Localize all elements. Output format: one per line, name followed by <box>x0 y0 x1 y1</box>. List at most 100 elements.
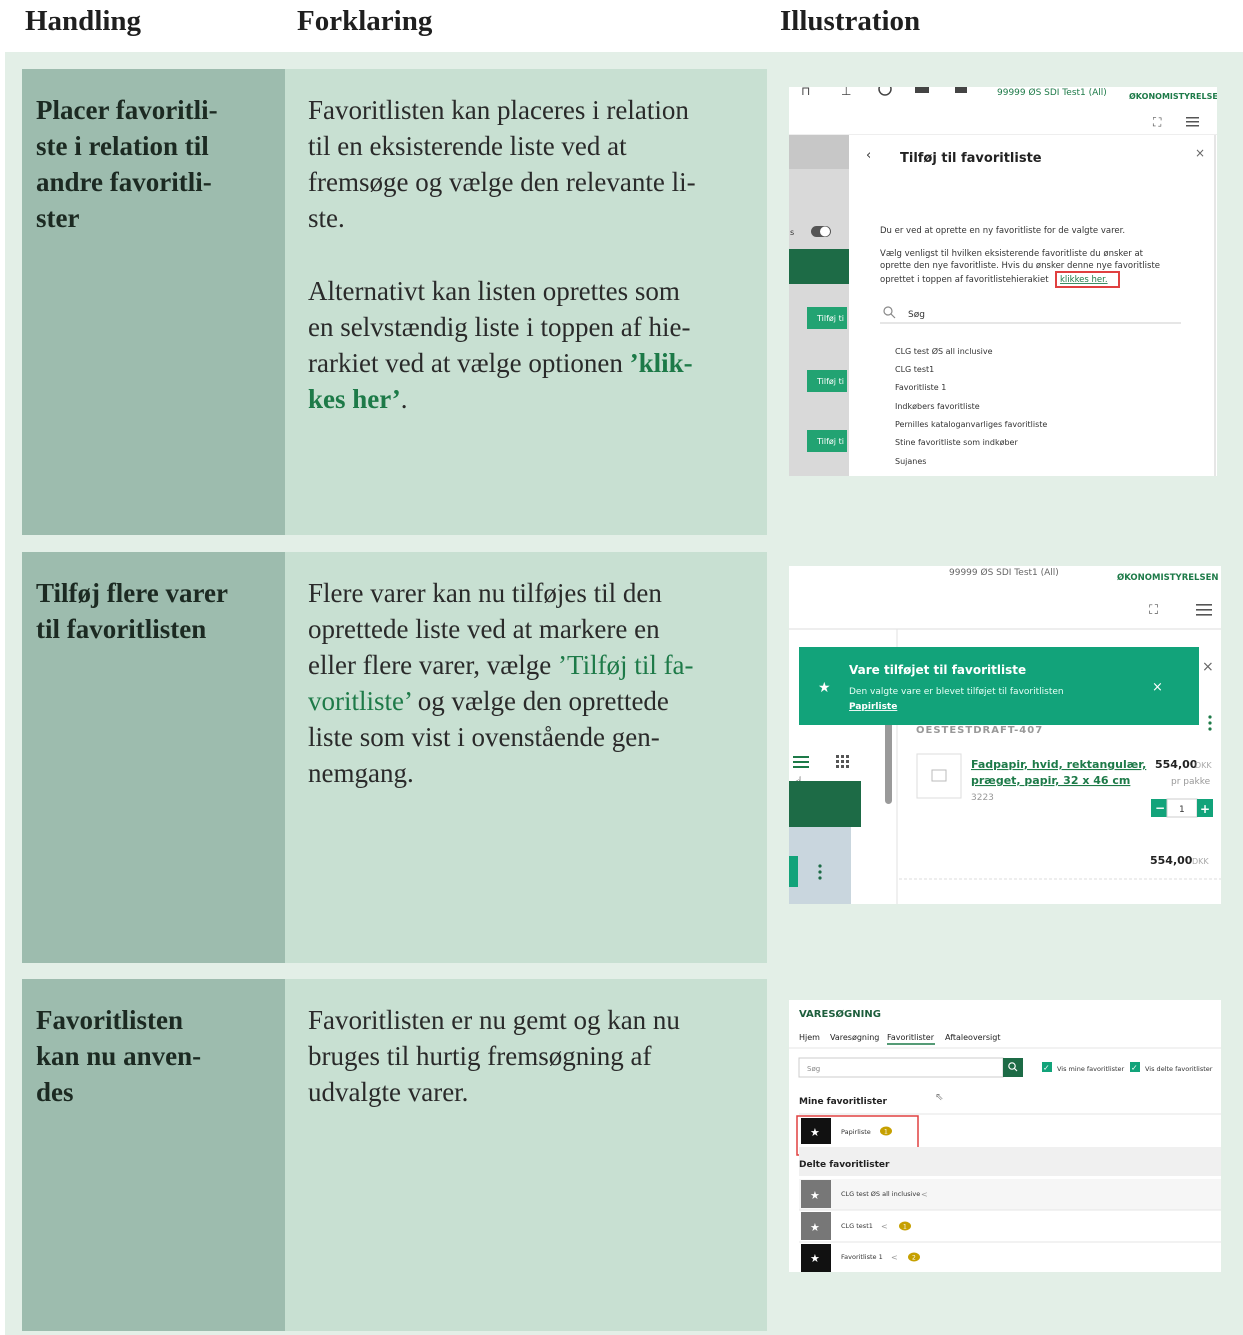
row3-text-line: bruges til hurtig fremsøgning af <box>308 1041 652 1071</box>
row3-forklaring: Favoritlisten er nu gemt og kan nu bruge… <box>308 1002 758 1110</box>
row2-handling-line: til favoritlisten <box>36 614 207 644</box>
row1-text-line: ste. <box>308 203 345 233</box>
back-icon[interactable]: ‹ <box>866 148 871 163</box>
ill1-link[interactable]: klikkes her. <box>1060 275 1108 285</box>
star-icon: ★ <box>818 680 831 696</box>
illustration-1: ⊓ ⊥ 99999 ØS SDI Test1 (All) ØKONOMISTYR… <box>789 87 1217 476</box>
ill3-search-placeholder: Søg <box>807 1065 820 1073</box>
ill3-delte-badge-text: 1 <box>903 1224 907 1231</box>
share-icon[interactable]: < <box>881 1222 888 1231</box>
row3-text-line: udvalgte varer. <box>308 1077 469 1107</box>
row1-text-line: Favoritlisten kan placeres i relation <box>308 95 689 125</box>
row2-text-line: liste som vist i ovenstående gen- <box>308 722 660 752</box>
header-handling: Handling <box>25 5 142 37</box>
ill2-product-name[interactable]: Fadpapir, hvid, rektangulær, <box>971 758 1146 771</box>
ill1-instr: Vælg venligst til hvilken eksisterende f… <box>880 249 1144 259</box>
star-icon: ★ <box>810 1126 820 1139</box>
ill3-mine-badge-text: 1 <box>884 1129 888 1136</box>
ill2-draft: OESTESTDRAFT-407 <box>916 725 1043 736</box>
row2-forklaring: Flere varer kan nu tilføjes til den opre… <box>308 575 758 791</box>
menu-icon[interactable] <box>1186 117 1199 127</box>
toast-close-icon[interactable]: × <box>1152 680 1163 695</box>
bell-icon[interactable]: ⊥ <box>841 87 851 98</box>
mail-icon[interactable] <box>915 87 929 93</box>
ill2-side-bar <box>789 781 861 827</box>
ill1-list-item[interactable]: Sujanes <box>895 457 926 466</box>
row1-text-line: en selvstændig liste i toppen af hie- <box>308 312 691 342</box>
ill1-list-item[interactable]: Stine favoritliste som indkøber <box>895 438 1018 447</box>
user-icon[interactable] <box>955 87 967 93</box>
svg-text:−: − <box>1155 801 1165 815</box>
ill1-list-item[interactable]: Pernilles kataloganvarliges favoritliste <box>895 420 1047 429</box>
ill2-currency: DKK <box>1195 761 1212 770</box>
star-icon: ★ <box>810 1189 820 1202</box>
row2-text-line: voritliste’ og vælge den oprettede <box>308 683 758 719</box>
ill2-brand: ØKONOMISTYRELSEN <box>1117 572 1219 583</box>
svg-text:✓: ✓ <box>1131 1064 1138 1073</box>
row2-text-line: oprettede liste ved at markere en <box>308 614 660 644</box>
row3-text-line: Favoritlisten er nu gemt og kan nu <box>308 1005 680 1035</box>
nav-favoritlister[interactable]: Favoritlister <box>887 1033 935 1042</box>
share-icon[interactable]: < <box>921 1190 928 1199</box>
ill3-delte-badge-text: 2 <box>912 1255 916 1262</box>
ill1-list-item[interactable]: CLG test ØS all inclusive <box>895 346 993 356</box>
ill1-bg-page <box>789 135 849 476</box>
grid-view-icon[interactable] <box>836 755 849 768</box>
row1-text-line: Alternativt kan listen oprettes som <box>308 276 680 306</box>
row1-text-line: rarkiet ved at vælge optionen ’klik- <box>308 345 758 381</box>
row2-text-line: Flere varer kan nu tilføjes til den <box>308 578 662 608</box>
share-icon[interactable]: < <box>891 1253 898 1262</box>
product-image-placeholder <box>916 753 962 799</box>
nav-varesogning[interactable]: Varesøgning <box>830 1033 879 1042</box>
ill2-account[interactable]: 99999 ØS SDI Test1 (All) <box>949 567 1059 578</box>
ill2-toast-link[interactable]: Papirliste <box>849 702 897 712</box>
ill1-list-item[interactable]: Indkøbers favoritliste <box>895 402 980 411</box>
panel-close-icon[interactable]: × <box>1202 659 1214 675</box>
row2-handling-line: Tilføj flere varer <box>36 578 228 608</box>
row1-handling-line: ste i relation til <box>36 131 209 161</box>
ill2-toast-msg: Den valgte vare er blevet tilføjet til f… <box>849 687 1064 697</box>
star-icon: ★ <box>810 1252 820 1265</box>
ill1-account[interactable]: 99999 ØS SDI Test1 (All) <box>997 87 1107 98</box>
fullscreen-icon[interactable]: ⛶ <box>1152 115 1162 129</box>
illustration-3: VARESØGNING Hjem Varesøgning Favoritlist… <box>789 1000 1221 1272</box>
ill2-sku: 3223 <box>971 793 994 803</box>
nav-hjem[interactable]: Hjem <box>799 1033 820 1042</box>
ill3-search-button[interactable] <box>1003 1058 1023 1077</box>
illustration-2: 99999 ØS SDI Test1 (All) ØKONOMISTYRELSE… <box>789 566 1221 904</box>
list-view-icon[interactable] <box>793 756 809 768</box>
ill3-mine-item[interactable]: Papirliste <box>841 1128 871 1136</box>
ill3-delte-item[interactable]: CLG test ØS all inclusive <box>841 1190 920 1198</box>
ill1-list-item[interactable]: CLG test1 <box>895 365 934 374</box>
ill1-list-item[interactable]: Favoritliste 1 <box>895 383 946 392</box>
row3-handling-line: kan nu anven- <box>36 1041 202 1071</box>
ill3-delte-item[interactable]: CLG test1 <box>841 1222 873 1230</box>
ill3-delte-item[interactable]: Favoritliste 1 <box>841 1253 883 1261</box>
svg-text:s: s <box>790 228 794 237</box>
row3-handling-line: Favoritlisten <box>36 1005 183 1035</box>
row2-text-span: og vælge den oprettede <box>410 686 669 716</box>
row1-highlight: ’klik- <box>629 348 693 378</box>
row1-handling-line: Placer favoritli- <box>36 95 218 125</box>
ill1-brand: ØKONOMISTYRELSEN <box>1129 91 1217 101</box>
close-icon[interactable]: × <box>1195 146 1205 160</box>
kebab-icon[interactable] <box>1208 715 1212 719</box>
ill3-mine-header: Mine favoritlister <box>799 1097 887 1107</box>
ill1-instr: oprette den nye favoritliste. Hvis du øn… <box>880 261 1160 271</box>
row2-quote: ’Tilføj til fa- <box>558 650 694 680</box>
row2-text-span: eller flere varer, vælge <box>308 650 559 680</box>
row2-text-line: eller flere varer, vælge ’Tilføj til fa- <box>308 647 758 683</box>
ill1-search-input[interactable]: Søg <box>908 310 925 320</box>
ill2-toast-title: Vare tilføjet til favoritliste <box>849 663 1026 677</box>
ill1-dialog-title: Tilføj til favoritliste <box>900 151 1042 166</box>
ill2-product-name[interactable]: præget, papir, 32 x 46 cm <box>971 774 1130 787</box>
nav-aftaleoversigt[interactable]: Aftaleoversigt <box>945 1033 1001 1042</box>
row1-handling-line: andre favoritli- <box>36 167 212 197</box>
fullscreen-icon[interactable]: ⛶ <box>1148 603 1159 618</box>
row3-handling: Favoritlisten kan nu anven- des <box>36 1002 271 1110</box>
kebab-icon[interactable] <box>818 864 822 868</box>
ill3-delte-header: Delte favoritlister <box>799 1160 890 1170</box>
cart-icon[interactable]: ⊓ <box>801 87 810 98</box>
svg-text:+: + <box>1200 802 1210 816</box>
ill3-search-input[interactable] <box>798 1057 1004 1078</box>
